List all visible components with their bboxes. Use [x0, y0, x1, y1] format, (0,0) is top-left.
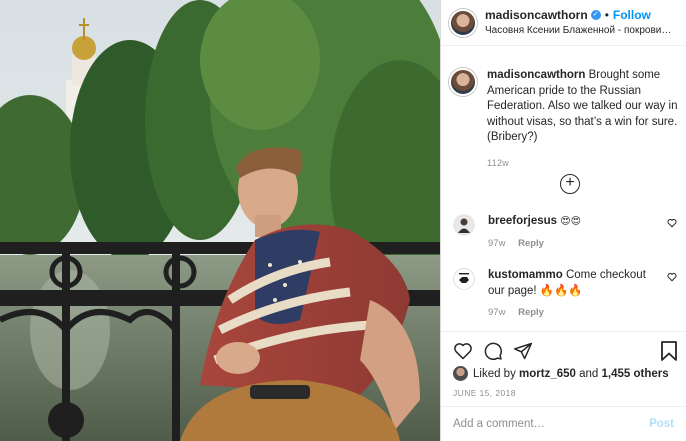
post-comment-button[interactable]: Post	[649, 418, 674, 430]
add-comment-row: Post	[441, 406, 686, 441]
load-more-comments-icon[interactable]: +	[560, 174, 580, 194]
reply-button[interactable]: Reply	[518, 307, 544, 318]
author-avatar[interactable]	[449, 8, 477, 37]
caption-avatar[interactable]	[449, 68, 477, 96]
post-photo[interactable]	[0, 0, 440, 441]
heart-icon[interactable]	[453, 341, 473, 361]
post-header: madisoncawthorn ✓ • Follow Часовня Ксени…	[441, 0, 686, 46]
liker-avatar[interactable]	[453, 366, 468, 381]
post-date[interactable]: JUNE 15, 2018	[453, 388, 516, 398]
follow-button[interactable]: Follow	[613, 8, 651, 23]
location-link[interactable]: Часовня Ксении Блаженной - покровите...	[485, 23, 675, 38]
commenter-avatar[interactable]	[453, 214, 475, 236]
author-username[interactable]: madisoncawthorn	[485, 8, 588, 23]
bookmark-icon[interactable]	[660, 341, 678, 361]
comment-item: kustomammo Come checkout our page! 🔥🔥🔥 9…	[453, 268, 679, 321]
photo-scene	[0, 0, 440, 441]
caption: madisoncawthorn Brought some American pr…	[441, 46, 686, 171]
comment-time[interactable]: 97w	[488, 307, 505, 318]
liker-username[interactable]: mortz_650	[519, 368, 576, 380]
comment-like-heart-icon[interactable]	[667, 218, 677, 231]
likes-and: and	[579, 367, 599, 380]
divider	[441, 331, 686, 332]
comment-text: 😍😍	[560, 216, 582, 227]
share-icon[interactable]	[513, 341, 533, 361]
comment-like-heart-icon[interactable]	[667, 272, 677, 285]
caption-username[interactable]: madisoncawthorn	[487, 69, 585, 81]
post-sidebar: madisoncawthorn ✓ • Follow Часовня Ксени…	[440, 0, 686, 441]
comment-item: breeforjesus 😍😍 97w Reply	[453, 214, 679, 251]
caption-time[interactable]: 112w	[487, 156, 678, 172]
reply-button[interactable]: Reply	[518, 238, 544, 249]
commenter-avatar[interactable]	[453, 268, 475, 290]
add-comment-input[interactable]	[453, 418, 633, 430]
comment-icon[interactable]	[483, 341, 503, 361]
comment-time[interactable]: 97w	[488, 238, 505, 249]
likes-prefix: Liked by	[473, 367, 516, 380]
verified-badge-icon: ✓	[590, 10, 601, 20]
action-bar	[453, 341, 533, 361]
likes-summary: Liked by mortz_650 and 1,455 others	[453, 366, 669, 381]
comment-username[interactable]: breeforjesus	[488, 215, 557, 227]
comment-username[interactable]: kustomammo	[488, 269, 563, 281]
separator-dot: •	[604, 7, 609, 22]
likes-others-link[interactable]: 1,455 others	[602, 368, 669, 380]
